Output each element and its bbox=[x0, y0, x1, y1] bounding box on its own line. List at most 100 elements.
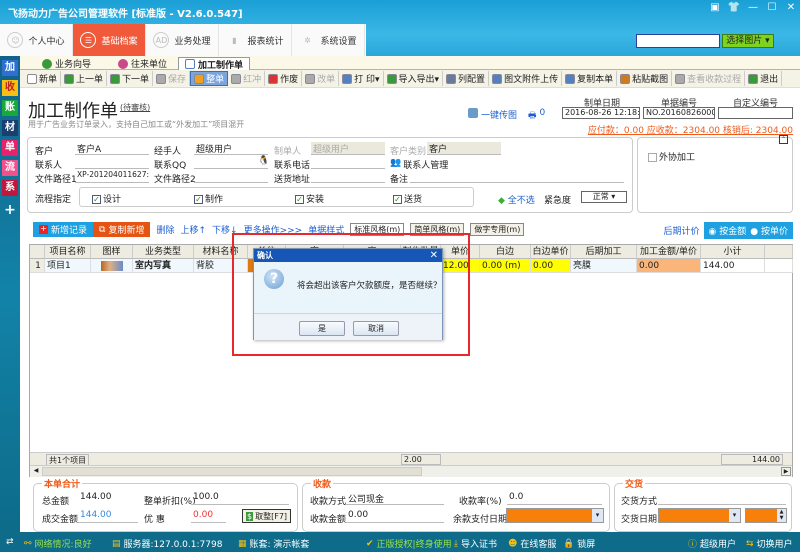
column-header[interactable]: 白边单价 bbox=[531, 245, 571, 259]
toolbar-button-8[interactable]: 打 印▾ bbox=[339, 71, 384, 86]
nav-settings[interactable]: ✲ 系统设置 bbox=[292, 24, 365, 56]
delivery-date-picker[interactable]: ▾ bbox=[658, 508, 741, 523]
column-header[interactable]: 图样 bbox=[91, 245, 133, 259]
column-header[interactable]: 业务类型 bbox=[133, 245, 194, 259]
column-header[interactable] bbox=[765, 245, 793, 259]
order-no-field[interactable]: NO.201608260006 bbox=[643, 107, 715, 119]
column-header[interactable]: 白边 bbox=[480, 245, 531, 259]
lock-screen-button[interactable]: 🔒 锁屏 bbox=[563, 537, 595, 551]
tab-partners[interactable]: 往来单位 bbox=[112, 57, 173, 70]
toolbar-button-2[interactable]: 下一单 bbox=[107, 71, 154, 86]
minimize-button[interactable]: — bbox=[746, 2, 760, 13]
grid-cell[interactable]: 0.00 (m) bbox=[480, 259, 531, 273]
grid-cell[interactable]: 1 bbox=[30, 259, 45, 273]
discount-field[interactable]: 100.0 bbox=[191, 492, 289, 505]
sidebar-item-receipt[interactable]: 收 bbox=[2, 80, 18, 96]
sidebar-add-icon[interactable]: + bbox=[2, 202, 18, 218]
grid-cell[interactable]: 室内写真 bbox=[133, 259, 194, 273]
contact-field[interactable] bbox=[75, 156, 149, 169]
grid-cell[interactable]: 亮膜 bbox=[571, 259, 637, 273]
toolbar-button-4[interactable]: 整单 bbox=[190, 71, 229, 86]
toolbar-button-10[interactable]: 列配置 bbox=[443, 71, 490, 86]
scroll-left-icon[interactable]: ◀ bbox=[31, 467, 41, 476]
yes-button[interactable]: 是 bbox=[299, 321, 345, 336]
sidebar-item-process[interactable]: 加 bbox=[2, 60, 18, 76]
customer-field[interactable]: 客户A bbox=[75, 142, 149, 155]
column-header[interactable]: 加工金额/单价 bbox=[637, 245, 701, 259]
chevron-down-icon[interactable]: ▾ bbox=[592, 509, 603, 522]
qq-icon[interactable]: 🐧 bbox=[258, 156, 269, 166]
flow-make-checkbox[interactable]: ✓ 制作 bbox=[194, 192, 223, 205]
print-count[interactable]: 🖶 0 bbox=[528, 108, 545, 124]
flow-install-checkbox[interactable]: ✓ 安装 bbox=[295, 192, 324, 205]
current-user[interactable]: ⓘ 超级用户 bbox=[688, 537, 736, 550]
sidebar-item-system[interactable]: 系 bbox=[2, 180, 18, 196]
due-date-picker[interactable]: ▾ bbox=[506, 508, 604, 523]
scroll-right-icon[interactable]: ▶ bbox=[781, 467, 791, 476]
grid-cell[interactable] bbox=[91, 259, 133, 273]
grid-cell[interactable]: 0.00 bbox=[637, 259, 701, 273]
style-lettering[interactable]: 做字专用(m) bbox=[470, 223, 525, 236]
sidebar-item-material[interactable]: 材 bbox=[2, 120, 18, 136]
column-header[interactable]: 后期加工 bbox=[571, 245, 637, 259]
deselect-all-link[interactable]: ◆ 全不选 bbox=[498, 193, 535, 206]
toolbar-button-7[interactable]: 改单 bbox=[302, 71, 340, 86]
cancel-button[interactable]: 取消 bbox=[353, 321, 399, 336]
search-input[interactable] bbox=[636, 34, 720, 48]
delete-link[interactable]: 删除 bbox=[156, 223, 174, 236]
grid-cell[interactable] bbox=[765, 259, 793, 273]
toolbar-button-5[interactable]: 红冲 bbox=[228, 71, 266, 86]
chevron-down-icon[interactable]: ▾ bbox=[729, 509, 740, 522]
toolbar-button-3[interactable]: 保存 bbox=[153, 71, 191, 86]
toolbar-button-0[interactable]: 新单 bbox=[24, 71, 62, 86]
select-image-button[interactable]: 选择图片 ▾ bbox=[722, 34, 774, 48]
toolbar-button-13[interactable]: 粘贴截图 bbox=[617, 71, 673, 86]
add-record-button[interactable]: + 新增记录 bbox=[33, 222, 94, 237]
skin-icon[interactable]: ▣ bbox=[708, 2, 722, 13]
sidebar-item-account[interactable]: 账 bbox=[2, 100, 18, 116]
tab-wizard[interactable]: 业务向导 bbox=[36, 57, 97, 70]
swap-icon[interactable]: ⇄ bbox=[6, 537, 14, 547]
path1-field[interactable]: XP-201204011627:C:\ bbox=[75, 170, 149, 183]
path2-field[interactable] bbox=[194, 170, 268, 183]
grid-cell[interactable]: 项目1 bbox=[45, 259, 91, 273]
sidebar-item-flow[interactable]: 流 bbox=[2, 160, 18, 176]
custom-no-field[interactable] bbox=[718, 107, 793, 119]
receipt-method-field[interactable]: 公司现金 bbox=[346, 492, 444, 505]
toolbar-button-12[interactable]: 复制本单 bbox=[562, 71, 618, 86]
column-header[interactable]: 项目名称 bbox=[45, 245, 91, 259]
toolbar-button-15[interactable]: 退出 bbox=[745, 71, 783, 86]
receipt-rate-field[interactable]: 0.0 bbox=[507, 492, 602, 505]
switch-user-button[interactable]: ⇆ 切换用户 bbox=[746, 537, 793, 551]
phone-field[interactable] bbox=[311, 156, 385, 169]
copy-add-button[interactable]: ⧉ 复制新增 bbox=[93, 222, 151, 237]
qq-field[interactable] bbox=[194, 156, 268, 169]
radio-unit[interactable]: ● 按单价 bbox=[750, 224, 788, 237]
chevron-down-icon[interactable]: ▾ bbox=[765, 36, 770, 46]
collapse-icon[interactable]: ⌃ bbox=[779, 135, 788, 144]
column-header[interactable]: 小计 bbox=[701, 245, 765, 259]
nav-reports[interactable]: ▮ 报表统计 bbox=[219, 24, 292, 56]
toolbar-button-1[interactable]: 上一单 bbox=[61, 71, 108, 86]
close-icon[interactable]: ✕ bbox=[430, 249, 438, 262]
spinner-icon[interactable]: ▲ ▼ bbox=[777, 509, 786, 522]
receipt-amount-field[interactable]: 0.00 bbox=[346, 510, 444, 523]
sidebar-item-order[interactable]: 单 bbox=[2, 140, 18, 156]
remark-field[interactable] bbox=[410, 170, 624, 183]
date-field[interactable]: 2016-08-26 12:18:21 bbox=[562, 107, 640, 119]
grid-cell[interactable]: 144.00 bbox=[701, 259, 765, 273]
flow-design-checkbox[interactable]: ✓ 设计 bbox=[92, 192, 121, 205]
toolbar-button-9[interactable]: 导入导出▾ bbox=[384, 71, 444, 86]
nav-archive[interactable]: ☰ 基础档案 bbox=[73, 24, 146, 56]
handler-field[interactable]: 超级用户 bbox=[194, 142, 268, 155]
radio-amount[interactable]: ◉ 按金额 bbox=[709, 224, 747, 237]
maximize-button[interactable]: ☐ bbox=[765, 2, 779, 13]
move-up-link[interactable]: 上移↑ bbox=[180, 223, 206, 236]
delivery-method-field[interactable] bbox=[658, 492, 786, 505]
round-button[interactable]: $ 取整[F7] bbox=[242, 509, 292, 523]
address-field[interactable] bbox=[311, 170, 385, 183]
import-cert-button[interactable]: ⤓ 导入证书 bbox=[454, 537, 497, 551]
scroll-thumb[interactable] bbox=[42, 467, 422, 476]
nav-business[interactable]: AD 业务处理 bbox=[146, 24, 219, 56]
grid-cell[interactable]: 0.00 bbox=[531, 259, 571, 273]
